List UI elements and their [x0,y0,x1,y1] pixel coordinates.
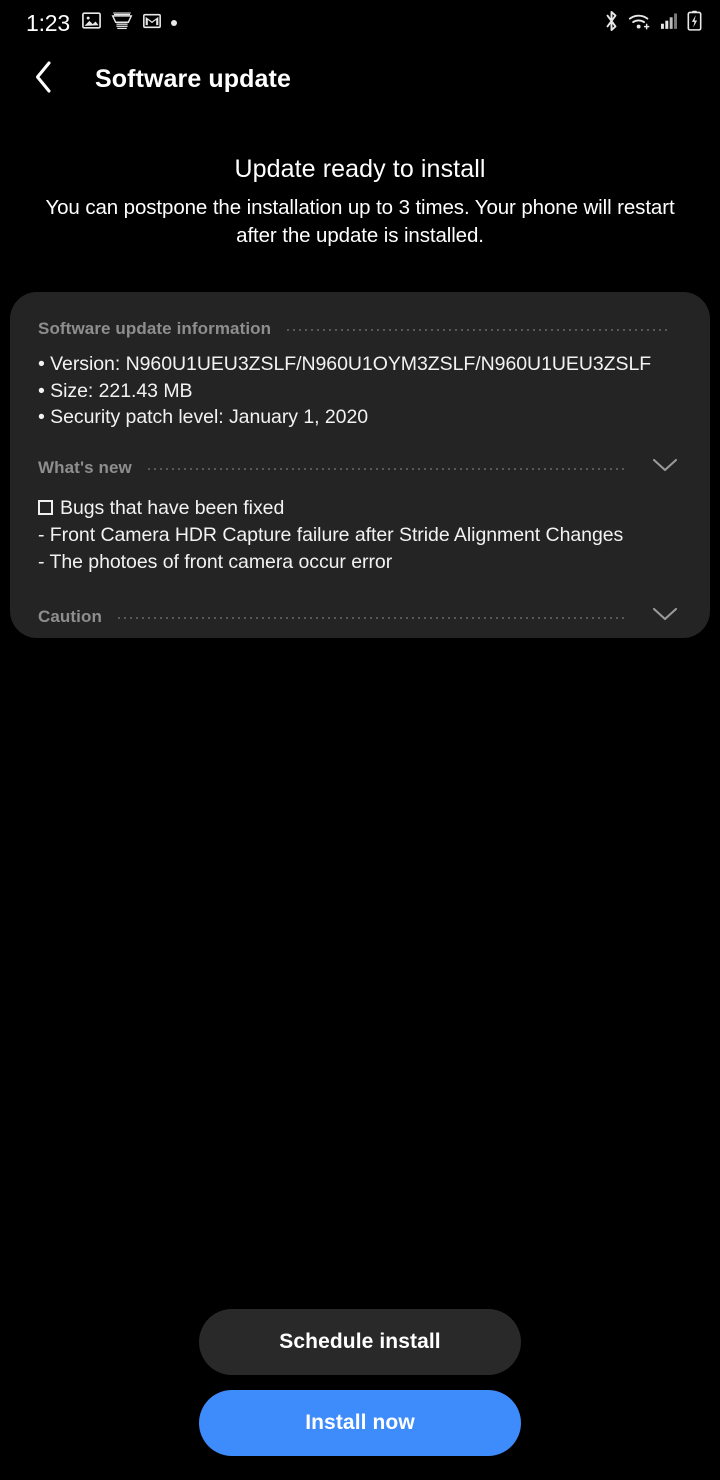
back-chevron-icon [33,60,54,99]
status-bar-right-group [603,10,702,37]
battery-charging-icon [687,10,702,36]
update-status-description: You can postpone the installation up to … [45,196,675,247]
section-header-whats-new[interactable]: What's new [38,453,684,483]
list-item: • Security patch level: January 1, 2020 [38,406,369,428]
dotted-divider [115,616,628,619]
status-bar: 1:23 [0,0,720,46]
caution-expand-toggle[interactable] [646,600,684,634]
back-button[interactable] [12,48,74,110]
status-bar-clock: 1:23 [26,9,70,36]
status-bar-left-group: 1:23 [26,10,177,37]
headline-section: Update ready to install You can postpone… [0,152,720,250]
software-update-info-card: Software update information • Version: N… [10,292,710,638]
page-title: Software update [95,64,291,93]
photos-icon [81,10,102,36]
chevron-down-icon [652,457,678,478]
cellular-signal-icon [660,11,679,35]
notification-dot-icon [170,20,177,26]
list-item: • Size: 221.43 MB [38,379,193,402]
section-label-software-update-information: Software update information [38,319,272,338]
wifi-icon [628,11,652,36]
dotted-divider [145,467,628,470]
list-item: • Version: N960U1UEU3ZSLF/N960U1OYM3ZSLF… [38,353,652,375]
section-label-whats-new: What's new [38,457,132,477]
bluetooth-icon [603,10,620,37]
list-item: - The photoes of front camera occur erro… [38,550,393,573]
update-status-headline: Update ready to install [234,155,486,183]
dotted-divider [285,329,670,331]
section-header-software-update-information: Software update information [38,314,684,344]
section-header-caution[interactable]: Caution [38,602,684,632]
schedule-install-button[interactable]: Schedule install [199,1309,521,1375]
missing-glyph-box-icon [38,499,53,515]
section-label-caution: Caution [38,606,102,626]
list-item: - Front Camera HDR Capture failure after… [38,523,624,546]
whats-new-content: Bugs that have been fixed - Front Camera… [38,495,684,576]
keyboard-icon [111,11,133,36]
whats-new-heading: Bugs that have been fixed [38,495,684,522]
app-bar: Software update [0,46,720,112]
chevron-down-icon [652,606,678,627]
install-now-button[interactable]: Install now [199,1390,521,1456]
gmail-icon [142,11,162,36]
whats-new-expand-toggle[interactable] [646,451,684,485]
whats-new-heading-text: Bugs that have been fixed [60,496,285,519]
software-update-information-list: • Version: N960U1UEU3ZSLF/N960U1OYM3ZSLF… [38,351,684,431]
action-button-group: Schedule install Install now [0,1309,720,1456]
